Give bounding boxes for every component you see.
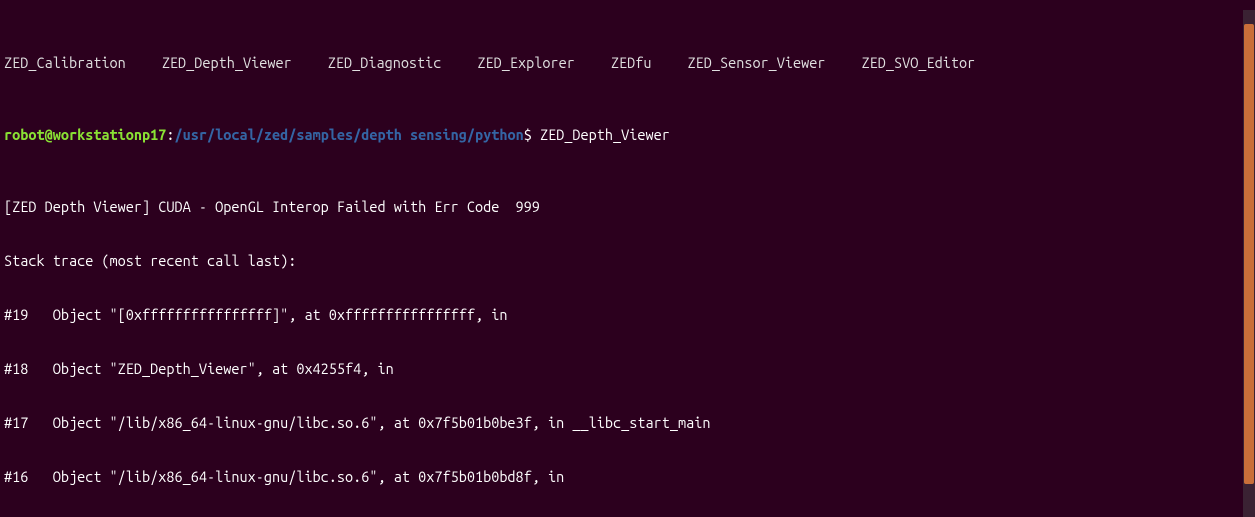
terminal[interactable]: ZED_Calibration ZED_Depth_Viewer ZED_Dia…: [0, 0, 1255, 517]
completion-item: ZEDfu: [611, 54, 652, 72]
prompt-dollar: $: [524, 126, 532, 143]
stdout-line: #18 Object "ZED_Depth_Viewer", at 0x4255…: [4, 360, 1251, 378]
stdout-line: #19 Object "[0xffffffffffffffff]", at 0x…: [4, 306, 1251, 324]
completion-item: ZED_SVO_Editor: [862, 54, 976, 72]
prompt-user: robot@workstationp17: [4, 126, 166, 143]
command-text: ZED_Depth_Viewer: [540, 126, 670, 143]
completion-item: ZED_Sensor_Viewer: [687, 54, 825, 72]
prompt-path: /usr/local/zed/samples/depth sensing/pyt…: [175, 126, 524, 143]
completion-item: ZED_Diagnostic: [328, 54, 442, 72]
tab-completion-row: ZED_Calibration ZED_Depth_Viewer ZED_Dia…: [4, 54, 1251, 72]
stdout-line: #17 Object "/lib/x86_64-linux-gnu/libc.s…: [4, 414, 1251, 432]
command-text: [532, 126, 540, 143]
stdout-line: [ZED Depth Viewer] CUDA - OpenGL Interop…: [4, 198, 1251, 216]
prompt-colon: :: [166, 126, 174, 143]
stdout-line: #16 Object "/lib/x86_64-linux-gnu/libc.s…: [4, 468, 1251, 486]
stdout-line: Stack trace (most recent call last):: [4, 252, 1251, 270]
scrollbar-thumb[interactable]: [1244, 24, 1254, 484]
completion-item: ZED_Calibration: [4, 54, 126, 72]
completion-item: ZED_Depth_Viewer: [162, 54, 292, 72]
scrollbar[interactable]: [1243, 10, 1255, 517]
prompt-line-1: robot@workstationp17:/usr/local/zed/samp…: [4, 126, 1251, 144]
completion-item: ZED_Explorer: [477, 54, 574, 72]
